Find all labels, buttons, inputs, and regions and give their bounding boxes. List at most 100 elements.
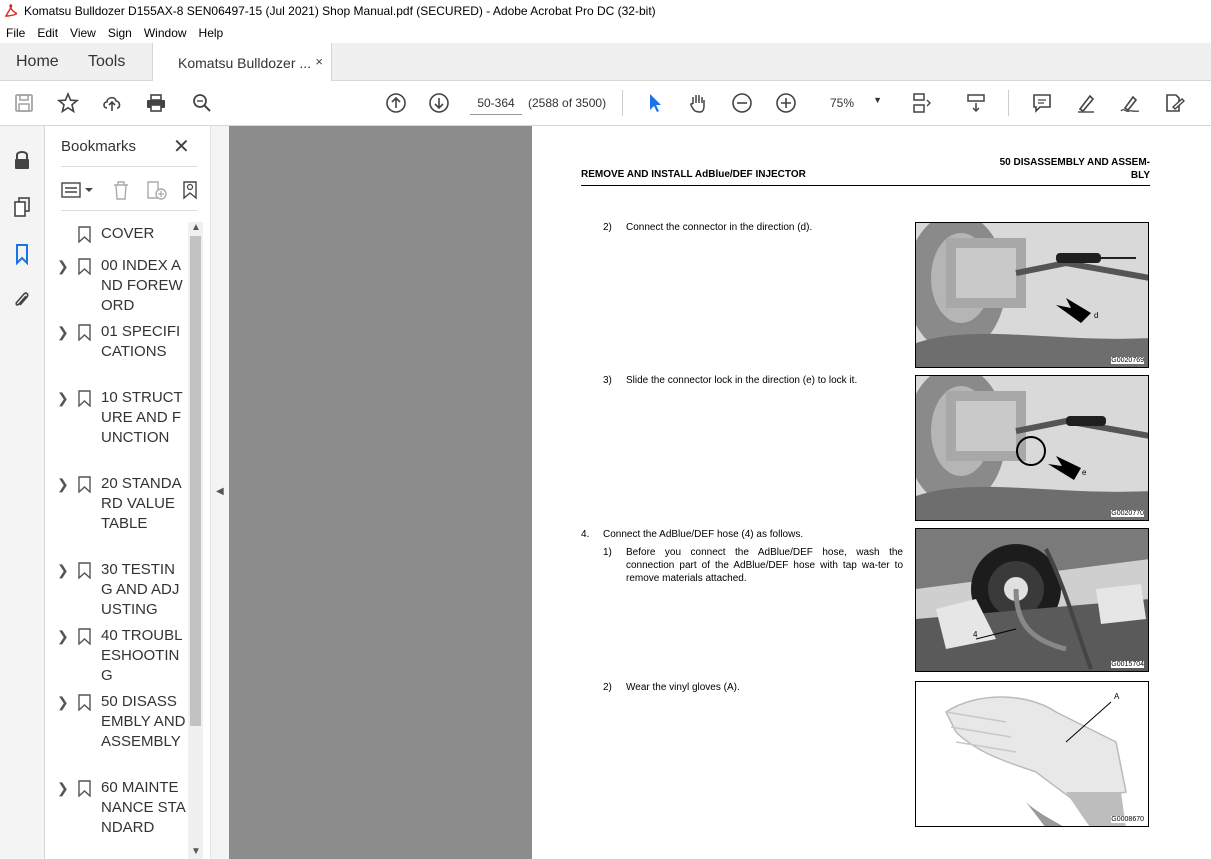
zoom-out-icon[interactable] — [730, 91, 754, 115]
chevron-right-icon[interactable]: ❯ — [57, 474, 69, 494]
menu-file[interactable]: File — [0, 26, 31, 40]
figure-callout: A — [1114, 692, 1120, 701]
highlight-pen-icon[interactable] — [1074, 91, 1098, 115]
menu-window[interactable]: Window — [138, 26, 193, 40]
delete-bookmark-icon[interactable] — [111, 180, 131, 205]
previous-page-icon[interactable] — [384, 91, 408, 115]
header-rule — [581, 185, 1150, 186]
tab-home[interactable]: Home — [16, 53, 59, 71]
step-number: 2) — [603, 682, 612, 693]
bookmark-label: 10 STRUCTURE AND FUNCTION — [101, 389, 183, 446]
print-icon[interactable] — [144, 91, 168, 115]
tab-tools[interactable]: Tools — [88, 53, 125, 71]
window-title: Komatsu Bulldozer D155AX-8 SEN06497-15 (… — [24, 4, 656, 18]
left-rail — [0, 126, 45, 859]
bookmark-label: 40 TROUBLESHOOTING — [101, 627, 183, 684]
chevron-right-icon[interactable]: ❯ — [57, 626, 69, 646]
step-text: Slide the connector lock in the directio… — [626, 375, 858, 386]
acrobat-icon — [4, 4, 18, 18]
scroll-down-icon[interactable]: ▼ — [191, 846, 201, 857]
bookmark-label: COVER — [101, 225, 155, 242]
tab-bar: Home Tools Komatsu Bulldozer ... × — [0, 43, 1211, 82]
attachment-icon[interactable] — [10, 288, 34, 312]
scroll-mode-icon[interactable] — [964, 91, 988, 115]
lock-icon[interactable] — [10, 148, 34, 172]
chevron-right-icon[interactable]: ❯ — [57, 778, 69, 798]
zoom-level-select[interactable]: 75% ▼ — [820, 91, 888, 115]
scrollbar-thumb[interactable] — [190, 236, 201, 726]
page-header-section-line2: BLY — [1130, 170, 1150, 181]
hand-tool-icon[interactable] — [686, 91, 710, 115]
figure-callout: 4 — [973, 630, 978, 639]
tab-document[interactable]: Komatsu Bulldozer ... × — [152, 43, 332, 82]
bookmark-flag-icon — [78, 324, 91, 342]
chevron-right-icon[interactable]: ❯ — [57, 322, 69, 342]
step-text: Before you connect the AdBlue/DEF hose, … — [626, 547, 903, 584]
menu-view[interactable]: View — [64, 26, 102, 40]
fit-page-icon[interactable] — [910, 91, 934, 115]
chevron-right-icon[interactable]: ❯ — [57, 388, 69, 408]
step-text: Connect the AdBlue/DEF hose (4) as follo… — [603, 529, 804, 540]
star-icon[interactable] — [56, 91, 80, 115]
page-header-section: 50 DISASSEMBLY AND ASSEM- BLY — [972, 156, 1150, 182]
chevron-right-icon[interactable]: ❯ — [57, 560, 69, 580]
menu-bar: File Edit View Sign Window Help — [0, 22, 1211, 43]
bookmarks-scrollbar[interactable]: ▲ ▼ — [188, 222, 203, 859]
pdf-page: REMOVE AND INSTALL AdBlue/DEF INJECTOR 5… — [532, 126, 1211, 859]
menu-help[interactable]: Help — [193, 26, 230, 40]
scroll-up-icon[interactable]: ▲ — [191, 222, 201, 233]
comment-icon[interactable] — [1030, 91, 1054, 115]
panel-divider — [61, 210, 197, 211]
bookmark-options-icon[interactable] — [61, 180, 95, 205]
bookmarks-panel: Bookmarks ✕ COVER ❯ 00 INDEX AND FOREWOR… — [45, 126, 210, 859]
toolbar-divider — [622, 90, 623, 116]
step-number: 2) — [603, 222, 612, 233]
tab-document-label: Komatsu Bulldozer ... — [178, 54, 312, 71]
zoom-in-icon[interactable] — [774, 91, 798, 115]
bookmark-flag-icon — [78, 562, 91, 580]
bookmark-label: 50 DISASSEMBLY AND ASSEMBLY — [101, 693, 186, 750]
figure-adblue-hose-4: 4 G0015704 — [915, 528, 1149, 672]
bookmark-panel-icon[interactable] — [10, 242, 34, 266]
chevron-down-icon: ▼ — [873, 95, 882, 105]
bookmark-flag-icon — [78, 628, 91, 646]
bookmark-flag-icon — [78, 226, 91, 244]
bookmarks-title: Bookmarks — [61, 138, 137, 155]
step-number: 1) — [603, 547, 612, 558]
tab-close-icon[interactable]: × — [315, 54, 323, 69]
title-bar: Komatsu Bulldozer D155AX-8 SEN06497-15 (… — [0, 0, 1211, 22]
page-thumbnails-icon[interactable] — [10, 195, 34, 219]
panel-splitter[interactable]: ◀ — [210, 126, 229, 859]
toolbar-divider — [1008, 90, 1009, 116]
new-bookmark-icon[interactable] — [145, 180, 169, 205]
figure-callout: e — [1082, 468, 1087, 477]
step-text: Wear the vinyl gloves (A). — [626, 682, 740, 693]
figure-vinyl-gloves-a: A G0008670 — [915, 681, 1149, 827]
chevron-right-icon[interactable]: ❯ — [57, 692, 69, 712]
upload-cloud-icon[interactable] — [100, 91, 124, 115]
figure-id: G0020770 — [1111, 510, 1144, 517]
save-icon[interactable] — [12, 91, 36, 115]
bookmark-flag-icon — [78, 780, 91, 798]
page-number-input[interactable]: 50-364 — [470, 91, 522, 115]
bookmark-label: 00 INDEX AND FOREWORD — [101, 257, 183, 314]
zoom-level-value: 75% — [830, 96, 855, 110]
page-count: (2588 of 3500) — [528, 96, 607, 110]
bookmark-flag-icon — [78, 258, 91, 276]
bookmark-search-icon[interactable] — [181, 180, 199, 205]
step-number: 3) — [603, 375, 612, 386]
menu-sign[interactable]: Sign — [102, 26, 138, 40]
bookmark-flag-icon — [78, 694, 91, 712]
figure-id: G0008670 — [1111, 816, 1144, 823]
sign-pen-icon[interactable] — [1118, 91, 1142, 115]
bookmark-flag-icon — [78, 476, 91, 494]
zoom-search-icon[interactable] — [190, 91, 214, 115]
chevron-right-icon[interactable]: ❯ — [57, 256, 69, 276]
close-panel-icon[interactable]: ✕ — [173, 134, 190, 159]
collapse-panel-icon[interactable]: ◀ — [216, 486, 224, 497]
figure-id: G0015704 — [1111, 661, 1144, 668]
next-page-icon[interactable] — [427, 91, 451, 115]
select-cursor-icon[interactable] — [643, 91, 667, 115]
edit-document-icon[interactable] — [1162, 91, 1186, 115]
menu-edit[interactable]: Edit — [31, 26, 64, 40]
